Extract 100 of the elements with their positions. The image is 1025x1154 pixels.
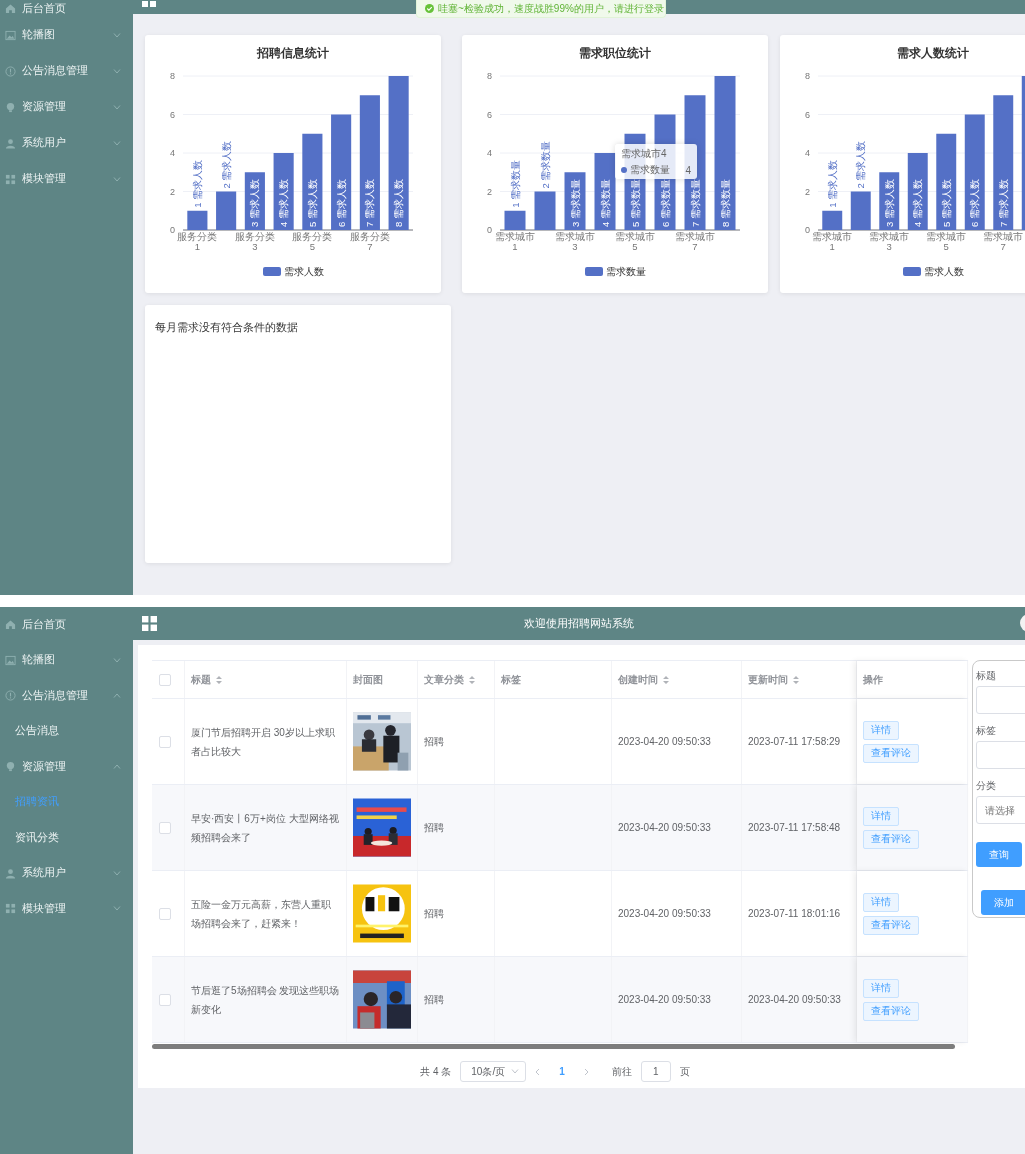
table-cell-text: 2023-07-11 17:58:29 [748, 735, 841, 749]
page-suffix: 页 [679, 1064, 690, 1079]
tooltip-value: 4 [685, 164, 691, 176]
bar-value-label: 3 需求人数 [249, 179, 261, 227]
axis-tick-label: 4 [487, 148, 492, 158]
axis-label: 服务分类5 [291, 232, 334, 252]
table-cell-text: 2023-04-20 09:50:33 [618, 907, 711, 921]
menu-item[interactable]: 公告消息管理 [0, 678, 133, 714]
menu-item[interactable]: 后台首页 [0, 0, 133, 17]
comments-button[interactable]: 查看评论 [863, 829, 919, 849]
comments-button[interactable]: 查看评论 [863, 743, 919, 763]
table-cell-text: 早安·西安丨6万+岗位 大型网络视频招聘会来了 [191, 811, 340, 845]
field-label: 分类 [976, 779, 997, 793]
axis-tick-label: 6 [805, 109, 810, 120]
bar-value-label: 6 需求人数 [335, 179, 347, 227]
menu-item[interactable]: 轮播图 [0, 17, 133, 53]
table-cell-text: 2023-04-20 09:50:33 [618, 993, 711, 1007]
submenu-item[interactable]: 公告消息 [0, 713, 133, 749]
bar-value-label: 3 需求数量 [569, 179, 581, 227]
details-button[interactable]: 详情 [863, 978, 899, 998]
column-header: 标签 [501, 672, 521, 687]
submenu-item[interactable]: 资讯分类 [0, 820, 133, 856]
total-count: 共 4 条 [420, 1064, 452, 1079]
bar-value-label: 7 需求人数 [997, 179, 1009, 227]
axis-label: 服务分类7 [348, 232, 391, 252]
column-header[interactable]: 更新时间 [748, 672, 799, 687]
goto-page-input[interactable]: 1 [640, 1061, 671, 1082]
menu-item[interactable]: 模块管理 [0, 891, 133, 927]
table-cell-text: 厦门节后招聘开启 30岁以上求职者占比较大 [191, 725, 336, 759]
bar-value-label: 8 需求人数 [393, 179, 405, 227]
bar-value-label: 1 需求人数 [826, 159, 838, 208]
axis-label: 需求城市7 [982, 232, 1025, 252]
empty-message: 每月需求没有符合条件的数据 [155, 321, 298, 333]
page-size-select[interactable]: 10条/页 [460, 1061, 527, 1082]
menu-item[interactable]: 资源管理 [0, 89, 133, 125]
axis-tick-label: 8 [487, 71, 492, 81]
bar-value-label: 4 需求人数 [278, 179, 290, 227]
axis-label: 服务分类3 [233, 232, 276, 252]
details-button[interactable]: 详情 [863, 720, 899, 740]
bar-value-label: 6 需求数量 [659, 179, 671, 227]
table-cell-text: 招聘 [424, 821, 444, 835]
bar-value-label: 4 需求人数 [912, 179, 924, 227]
legend-label[interactable]: 需求人数 [924, 266, 964, 277]
chart-title: 需求人数统计 [897, 45, 969, 62]
bar-value-label: 1 需求数量 [509, 159, 521, 208]
menu-item[interactable]: 系统用户 [0, 125, 133, 161]
comments-button[interactable]: 查看评论 [863, 1001, 919, 1021]
table-cell-text: 招聘 [424, 907, 444, 921]
axis-tick-label: 4 [805, 148, 810, 158]
details-button[interactable]: 详情 [863, 806, 899, 826]
chart-title: 招聘信息统计 [257, 45, 329, 62]
axis-label: 需求城市1 [811, 232, 854, 252]
menu-item[interactable]: 后台首页 [0, 607, 133, 643]
bar-value-label: 5 需求人数 [940, 179, 952, 227]
axis-label: 需求城市5 [925, 232, 968, 252]
axis-tick-label: 2 [170, 186, 175, 197]
bar-value-label: 6 需求人数 [969, 179, 981, 227]
column-header[interactable]: 创建时间 [618, 672, 669, 687]
axis-tick-label: 2 [805, 186, 810, 197]
axis-tick-label: 0 [805, 225, 810, 235]
axis-label: 需求城市1 [494, 232, 536, 252]
column-header: 操作 [863, 672, 883, 687]
bar-value-label: 7 需求数量 [689, 179, 701, 227]
bar-value-label: 5 需求人数 [306, 179, 318, 227]
table-cell-text: 2023-07-11 18:01:16 [748, 907, 841, 921]
axis-tick-label: 8 [170, 71, 175, 81]
menu-item[interactable]: 系统用户 [0, 855, 133, 891]
category-select[interactable]: 请选择 [976, 796, 1025, 824]
table-cell-text: 节后逛了5场招聘会 发现这些职场新变化 [191, 983, 340, 1017]
chart-title: 需求职位统计 [579, 45, 651, 62]
bar-value-label: 3 需求人数 [883, 179, 895, 227]
axis-tick-label: 2 [487, 186, 492, 197]
table-cell-text: 招聘 [424, 993, 444, 1007]
menu-item[interactable]: 轮播图 [0, 642, 133, 678]
legend-label[interactable]: 需求人数 [284, 266, 324, 277]
table-cell-text: 五险一金万元高薪，东营人重职场招聘会来了，赶紧来！ [191, 897, 332, 931]
column-header: 封面图 [353, 672, 383, 687]
legend-label[interactable]: 需求数量 [606, 266, 646, 277]
column-header[interactable]: 文章分类 [424, 672, 475, 687]
comments-button[interactable]: 查看评论 [863, 915, 919, 935]
axis-label: 需求城市7 [674, 232, 716, 252]
menu-item[interactable]: 模块管理 [0, 161, 133, 197]
axis-tick-label: 0 [170, 225, 175, 235]
details-button[interactable]: 详情 [863, 892, 899, 912]
menu-item[interactable]: 资源管理 [0, 749, 133, 785]
tooltip-series: 需求数量 [630, 163, 671, 177]
axis-label: 需求城市3 [554, 232, 596, 252]
bar-value-label: 8 需求数量 [719, 179, 731, 227]
search-button[interactable]: 查询 [976, 842, 1022, 867]
table-cell-text: 招聘 [424, 735, 444, 749]
bar-value-label: 1 需求人数 [191, 159, 203, 208]
column-header[interactable]: 标题 [191, 672, 222, 687]
table-cell-text: 2023-04-20 09:50:33 [618, 735, 711, 749]
bar-value-label: 7 需求人数 [364, 179, 376, 227]
menu-item[interactable]: 公告消息管理 [0, 53, 133, 89]
bar-value-label: 4 需求数量 [599, 179, 611, 227]
add-button[interactable]: 添加 [981, 890, 1025, 915]
page-number[interactable]: 1 [549, 1066, 575, 1077]
axis-tick-label: 4 [170, 148, 175, 158]
field-label: 标题 [976, 669, 997, 683]
